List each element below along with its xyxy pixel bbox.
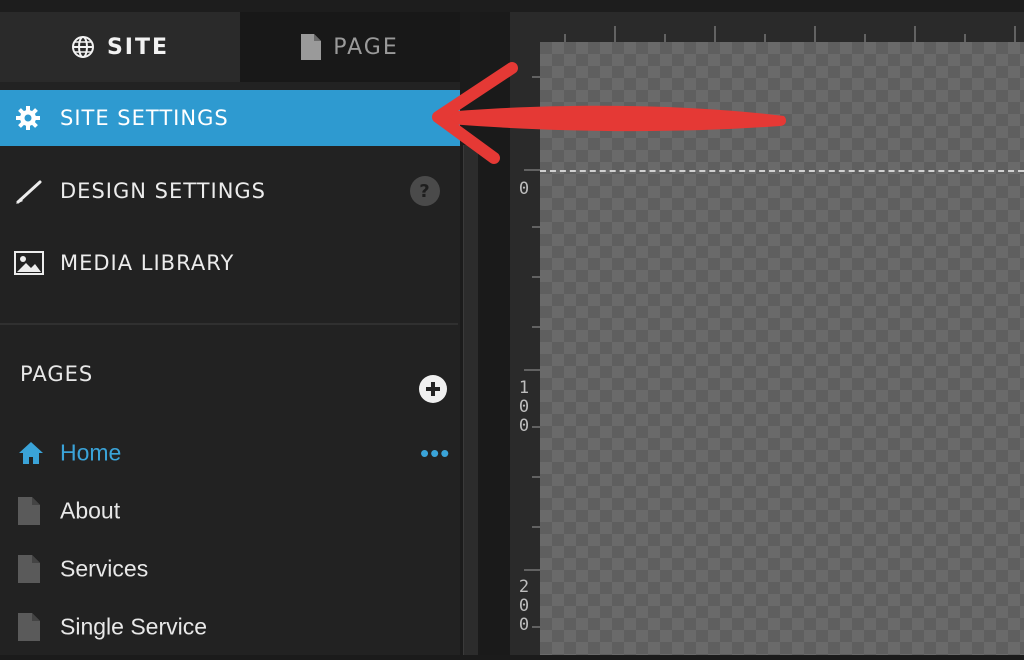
ruler-mark-100: 100 <box>514 379 534 436</box>
page-icon <box>18 555 40 583</box>
site-settings-label: SITE SETTINGS <box>60 106 229 130</box>
home-icon <box>18 441 44 465</box>
top-ruler <box>510 12 1024 42</box>
sidebar-scrollbar[interactable] <box>463 145 478 655</box>
site-settings-item[interactable]: SITE SETTINGS <box>0 90 460 146</box>
ruler-mark-200-text: 200 <box>518 577 530 635</box>
tab-page-label: PAGE <box>333 34 399 60</box>
page-item-label: Services <box>60 555 149 582</box>
ruler-mark-0: 0 <box>518 179 530 199</box>
page-item-about[interactable]: About <box>0 488 460 534</box>
page-item-single-service[interactable]: Single Service <box>0 604 460 650</box>
gear-icon <box>14 104 42 132</box>
page-icon <box>301 34 322 60</box>
pages-heading: PAGES <box>20 362 94 386</box>
page-icon <box>18 613 40 641</box>
globe-icon <box>71 35 95 59</box>
page-icon <box>18 497 40 525</box>
ruler-mark-200: 200 <box>514 578 534 635</box>
help-icon[interactable]: ? <box>410 176 440 206</box>
brush-icon <box>14 176 44 206</box>
sidebar-divider <box>0 323 458 325</box>
tab-site[interactable]: SITE <box>0 12 240 82</box>
media-library-item[interactable]: MEDIA LIBRARY <box>0 235 460 291</box>
tab-site-label: SITE <box>106 34 170 60</box>
more-options-icon[interactable]: ••• <box>420 440 450 466</box>
header-guide-line[interactable] <box>540 170 1024 172</box>
page-item-label: Single Service <box>60 613 208 640</box>
top-frame <box>0 0 1024 12</box>
design-settings-item[interactable]: DESIGN SETTINGS ? <box>0 163 460 219</box>
media-library-label: MEDIA LIBRARY <box>60 251 235 275</box>
page-item-services[interactable]: Services <box>0 546 460 592</box>
design-settings-label: DESIGN SETTINGS <box>60 179 267 203</box>
plus-icon <box>426 382 440 396</box>
add-page-button[interactable] <box>419 375 447 403</box>
ruler-mark-100-text: 100 <box>518 378 530 436</box>
red-arrow-annotation <box>432 62 787 164</box>
sidebar: SITE PAGE SITE SETTINGS DESIGN SETTINGS … <box>0 12 460 655</box>
page-item-label: Home <box>60 439 122 466</box>
page-item-home[interactable]: Home ••• <box>0 430 460 476</box>
image-icon <box>14 251 44 275</box>
sidebar-tabs: SITE PAGE <box>0 12 460 82</box>
page-item-label: About <box>60 497 121 524</box>
